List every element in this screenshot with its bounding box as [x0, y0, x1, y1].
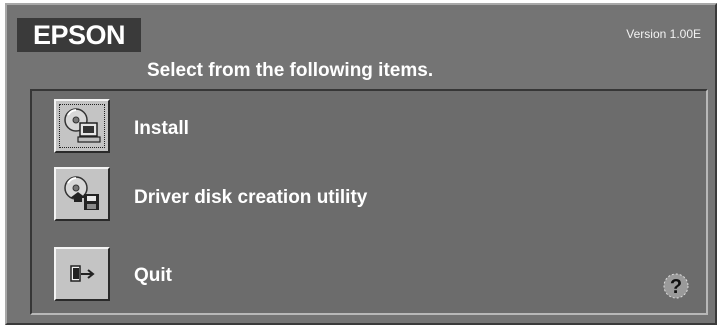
version-label: Version 1.00E [626, 27, 701, 41]
quit-label[interactable]: Quit [134, 265, 172, 287]
instruction-heading: Select from the following items. [147, 60, 434, 81]
installer-window: EPSON Version 1.00E Select from the foll… [5, 3, 717, 325]
exit-door-icon [70, 265, 95, 282]
quit-button[interactable] [54, 247, 110, 301]
driver-disk-button[interactable] [54, 167, 110, 221]
driver-disk-cd-floppy-icon [64, 176, 99, 210]
install-label[interactable]: Install [134, 118, 189, 140]
install-cd-computer-icon [64, 108, 101, 143]
svg-text:?: ? [670, 276, 682, 298]
install-button[interactable] [54, 99, 110, 153]
driver-disk-label[interactable]: Driver disk creation utility [134, 187, 367, 209]
epson-logo: EPSON [17, 18, 141, 52]
menu-panel: Install Driver disk creation utility Qui… [30, 89, 708, 315]
help-question-icon[interactable]: ? [660, 271, 692, 301]
